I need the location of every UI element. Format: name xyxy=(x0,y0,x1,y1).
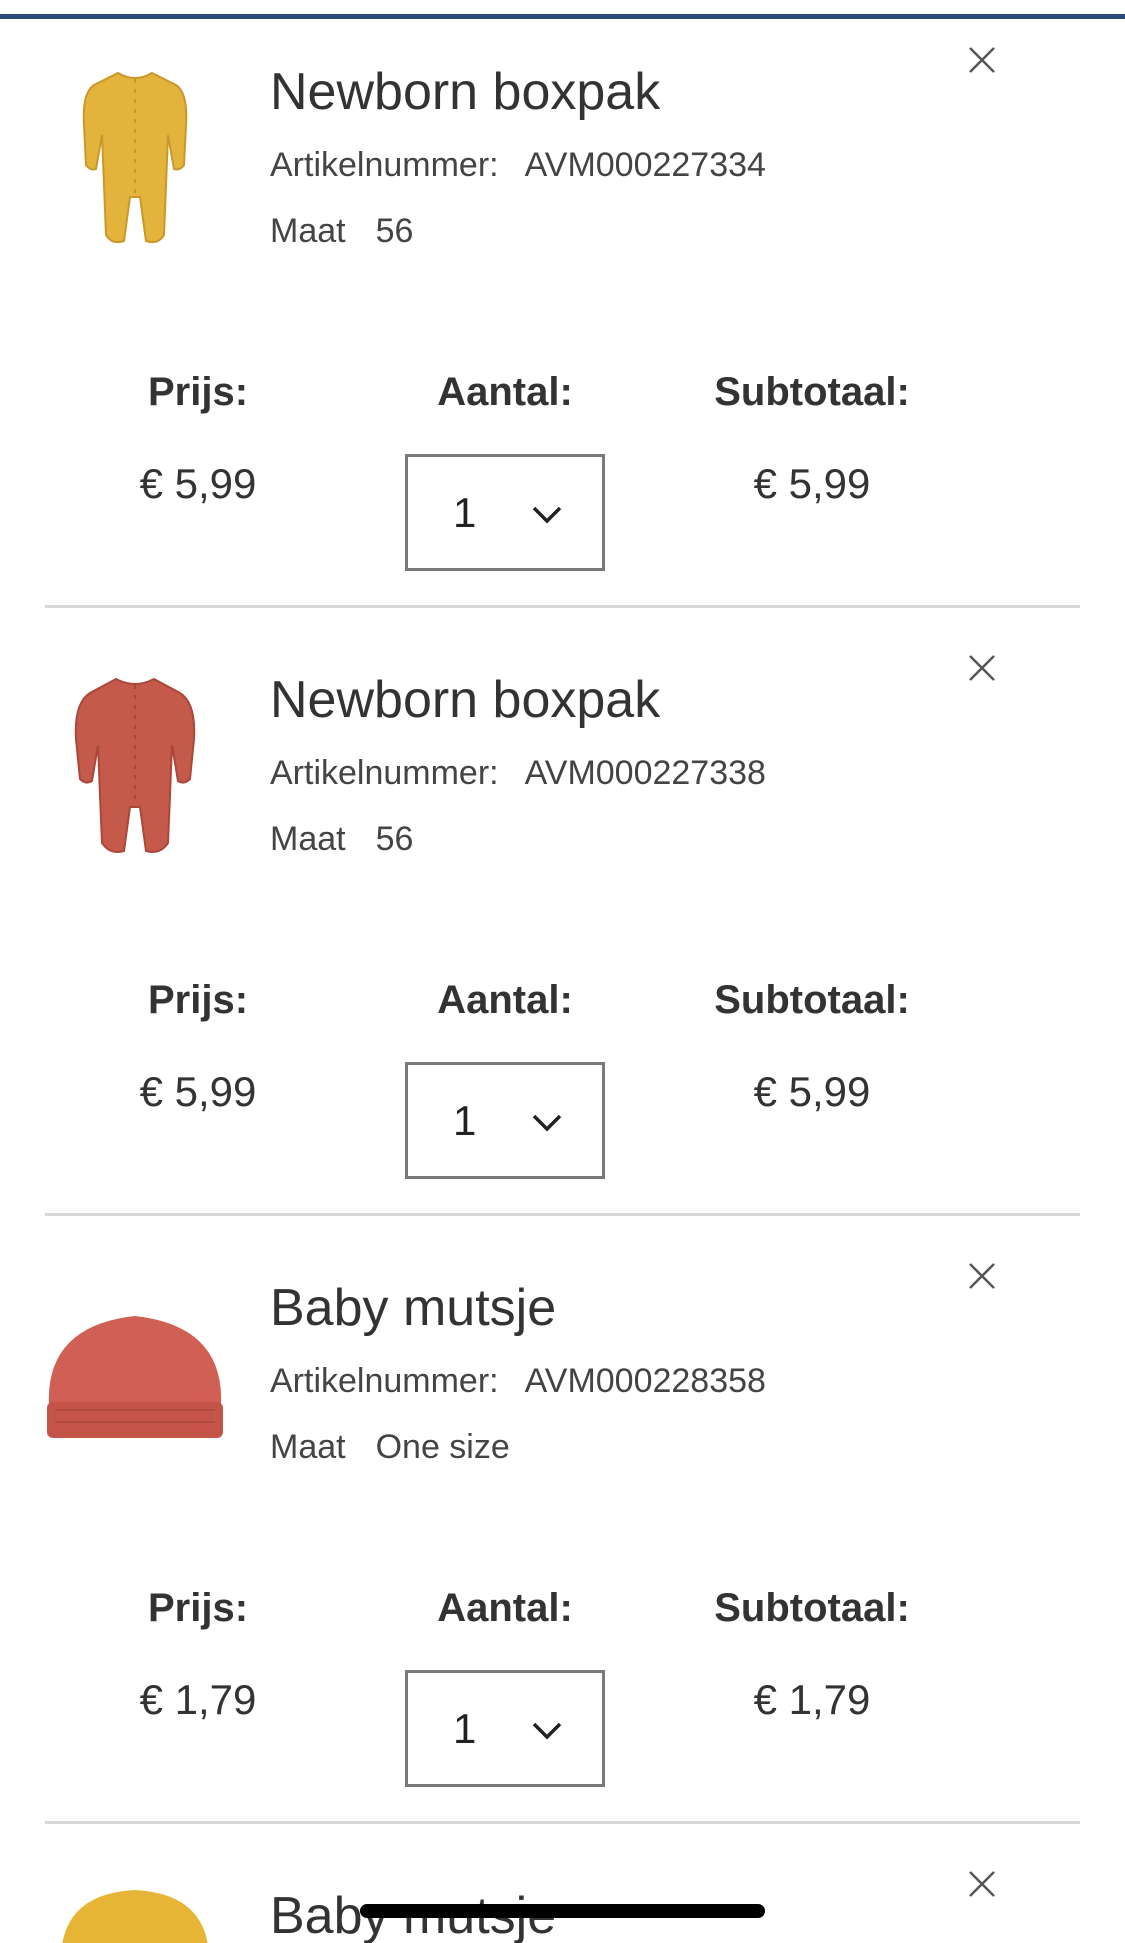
remove-item-button[interactable] xyxy=(962,1256,1002,1296)
price-label: Prijs: xyxy=(147,978,249,1022)
home-indicator[interactable] xyxy=(360,1904,765,1918)
quantity-label: Aantal: xyxy=(437,370,573,414)
remove-item-button[interactable] xyxy=(962,648,1002,688)
chevron-down-icon xyxy=(532,506,562,524)
quantity-select[interactable]: 1 xyxy=(405,454,605,571)
price-label: Prijs: xyxy=(147,1586,249,1630)
sku-value: AVM000228358 xyxy=(524,1362,766,1400)
beanie-image xyxy=(62,1890,208,1943)
remove-item-button[interactable] xyxy=(962,40,1002,80)
sku-value: AVM000227334 xyxy=(524,146,766,184)
quantity-select[interactable]: 1 xyxy=(405,1062,605,1179)
quantity-label: Aantal: xyxy=(437,1586,573,1630)
subtotal-label: Subtotaal: xyxy=(714,370,910,414)
size-value: 56 xyxy=(375,820,414,858)
product-image-yellow-beanie[interactable] xyxy=(40,1884,230,1943)
product-sku: Artikelnummer: AVM000227334 xyxy=(270,146,766,185)
cart-item: Baby mutsje Artikelnummer: AVM000228358 M… xyxy=(0,1216,1125,1824)
cart-page: Newborn boxpak Artikelnummer: AVM00022733… xyxy=(0,0,1125,1943)
close-icon xyxy=(969,47,995,73)
product-size: Maat One size xyxy=(270,1428,510,1467)
subtotal-label: Subtotaal: xyxy=(714,1586,910,1630)
quantity-value: 1 xyxy=(453,489,477,536)
quantity-label: Aantal: xyxy=(437,978,573,1022)
product-sku: Artikelnummer: AVM000227338 xyxy=(270,754,766,793)
remove-item-button[interactable] xyxy=(962,1864,1002,1904)
product-image-rust-beanie[interactable] xyxy=(40,1266,230,1476)
size-label: Maat xyxy=(270,820,346,858)
onesie-image xyxy=(82,71,188,244)
sku-label: Artikelnummer: xyxy=(270,754,499,792)
product-size: Maat 56 xyxy=(270,212,413,251)
sku-value: AVM000227338 xyxy=(524,754,766,792)
product-image-rust-onesie[interactable] xyxy=(40,658,230,868)
onesie-image xyxy=(74,677,196,853)
product-name[interactable]: Newborn boxpak xyxy=(270,62,660,122)
sku-label: Artikelnummer: xyxy=(270,1362,499,1400)
subtotal-value: € 5,99 xyxy=(753,460,871,507)
close-icon xyxy=(969,1263,995,1289)
price-value: € 1,79 xyxy=(139,1676,257,1723)
size-value: One size xyxy=(375,1428,510,1466)
close-icon xyxy=(969,655,995,681)
quantity-select[interactable]: 1 xyxy=(405,1670,605,1787)
quantity-value: 1 xyxy=(453,1097,477,1144)
subtotal-value: € 5,99 xyxy=(753,1068,871,1115)
chevron-down-icon xyxy=(532,1114,562,1132)
cart-item: Baby mutsje xyxy=(0,1824,1125,1943)
cart-item: Newborn boxpak Artikelnummer: AVM00022733… xyxy=(0,0,1125,608)
sku-label: Artikelnummer: xyxy=(270,146,499,184)
product-name[interactable]: Newborn boxpak xyxy=(270,670,660,730)
product-size: Maat 56 xyxy=(270,820,413,859)
price-value: € 5,99 xyxy=(139,460,257,507)
chevron-down-icon xyxy=(532,1722,562,1740)
cart-item: Newborn boxpak Artikelnummer: AVM00022733… xyxy=(0,608,1125,1216)
size-label: Maat xyxy=(270,1428,346,1466)
beanie-image xyxy=(47,1316,223,1438)
product-sku: Artikelnummer: AVM000228358 xyxy=(270,1362,766,1401)
quantity-value: 1 xyxy=(453,1705,477,1752)
product-image-yellow-onesie[interactable] xyxy=(40,50,230,260)
subtotal-label: Subtotaal: xyxy=(714,978,910,1022)
product-name[interactable]: Baby mutsje xyxy=(270,1278,556,1338)
size-value: 56 xyxy=(375,212,414,250)
price-value: € 5,99 xyxy=(139,1068,257,1115)
subtotal-value: € 1,79 xyxy=(753,1676,871,1723)
size-label: Maat xyxy=(270,212,346,250)
close-icon xyxy=(969,1871,995,1897)
price-label: Prijs: xyxy=(147,370,249,414)
